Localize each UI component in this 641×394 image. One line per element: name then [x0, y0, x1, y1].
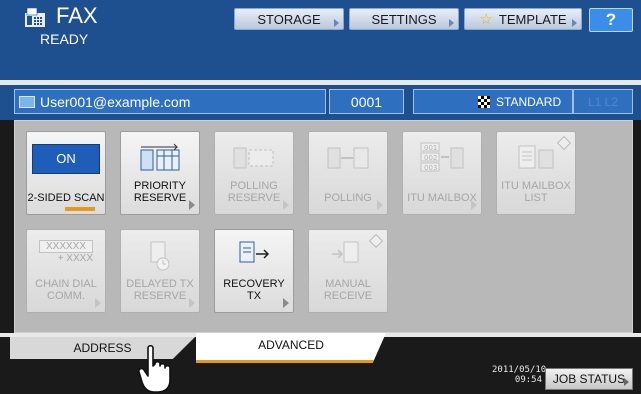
arrow-icon [471, 200, 477, 210]
itu-mailbox-icon: 001 002 003 [420, 142, 464, 172]
diamond-icon [368, 233, 384, 249]
function-label: DELAYED TX RESERVE [126, 278, 194, 302]
arrow-icon [189, 200, 195, 210]
function-label: 2-SIDED SCAN [27, 192, 105, 204]
itu-mailbox-list-button[interactable]: ITU MAILBOX LIST [496, 131, 576, 215]
svg-text:003: 003 [424, 164, 437, 172]
active-marker [65, 207, 95, 211]
on-indicator: ON [32, 144, 100, 174]
chain-dial-number: XXXXXX [39, 240, 93, 253]
pointer-hand-icon [138, 344, 171, 393]
help-button[interactable]: ? [589, 8, 633, 32]
template-button[interactable]: ☆ TEMPLATE [464, 8, 582, 30]
function-panel: ON 2-SIDED SCAN PRIORITY RESERVE POLLING… [14, 120, 633, 333]
arrow-icon [449, 19, 454, 27]
resolution-text: STANDARD [496, 94, 562, 109]
app-title: FAX [56, 3, 98, 28]
recipient-text: User001@example.com [40, 93, 191, 110]
arrow-icon [334, 19, 339, 27]
recovery-tx-icon [239, 241, 270, 263]
settings-button[interactable]: SETTINGS [349, 8, 459, 30]
job-status-label: JOB STATUS [552, 372, 626, 386]
function-label: PRIORITY RESERVE [133, 180, 187, 204]
function-label: POLLING RESERVE [227, 180, 281, 204]
settings-label: SETTINGS [371, 11, 437, 27]
chain-dial-comm-button[interactable]: XXXXXX + XXXX CHAIN DIAL COMM. [26, 229, 106, 313]
job-status-button[interactable]: JOB STATUS [545, 368, 633, 390]
arrow-icon [377, 200, 383, 210]
recipient-field[interactable]: User001@example.com [14, 89, 326, 114]
arrow-icon [572, 19, 577, 27]
recovery-tx-button[interactable]: RECOVERY TX [214, 229, 294, 313]
storage-label: STORAGE [257, 11, 321, 27]
fax-machine-icon [25, 7, 45, 27]
arrow-icon [283, 200, 289, 210]
itu-mailbox-list-icon [518, 145, 554, 169]
polling-reserve-button[interactable]: POLLING RESERVE [214, 131, 294, 215]
svg-text:001: 001 [424, 144, 437, 152]
arrow-icon [95, 298, 101, 308]
arrow-icon [189, 298, 195, 308]
storage-button[interactable]: STORAGE [234, 8, 344, 30]
two-sided-scan-button[interactable]: ON 2-SIDED SCAN [26, 131, 106, 215]
arrow-icon [624, 378, 629, 386]
resolution-field[interactable]: STANDARD [413, 89, 573, 114]
template-label: TEMPLATE [498, 11, 567, 27]
diamond-icon [556, 135, 572, 151]
destination-count: 0001 [329, 89, 404, 114]
function-label: CHAIN DIAL COMM. [35, 278, 97, 302]
function-label: RECOVERY TX [223, 278, 285, 302]
function-label: ITU MAILBOX [407, 192, 477, 204]
priority-reserve-icon [140, 143, 180, 171]
resolution-icon [478, 95, 490, 108]
manual-receive-icon [332, 241, 359, 263]
datetime: 2011/05/10 09:54 [492, 365, 547, 385]
function-label: POLLING [324, 192, 372, 204]
time-text: 09:54 [514, 375, 542, 385]
chain-dial-suffix: + XXXX [57, 253, 93, 264]
svg-text:002: 002 [424, 154, 437, 162]
status-text: READY [40, 31, 89, 47]
polling-icon [327, 147, 369, 169]
polling-reserve-icon [233, 147, 274, 169]
itu-mailbox-button[interactable]: 001 002 003 ITU MAILBOX [402, 131, 482, 215]
delayed-tx-reserve-button[interactable]: DELAYED TX RESERVE [120, 229, 200, 313]
chain-dial-icon: XXXXXX + XXXX [39, 240, 93, 264]
polling-button[interactable]: POLLING [308, 131, 388, 215]
star-icon: ☆ [479, 11, 493, 28]
function-label: ITU MAILBOX LIST [501, 180, 571, 204]
function-label: MANUAL RECEIVE [323, 278, 373, 302]
line-indicator: L1 L2 [573, 89, 633, 114]
date-text: 2011/05/10 [492, 365, 547, 375]
arrow-icon [283, 298, 289, 308]
priority-reserve-button[interactable]: PRIORITY RESERVE [120, 131, 200, 215]
manual-receive-button[interactable]: MANUAL RECEIVE [308, 229, 388, 313]
email-icon [19, 95, 35, 108]
tab-advanced[interactable]: ADVANCED [196, 333, 386, 363]
clock-document-icon [150, 241, 170, 271]
